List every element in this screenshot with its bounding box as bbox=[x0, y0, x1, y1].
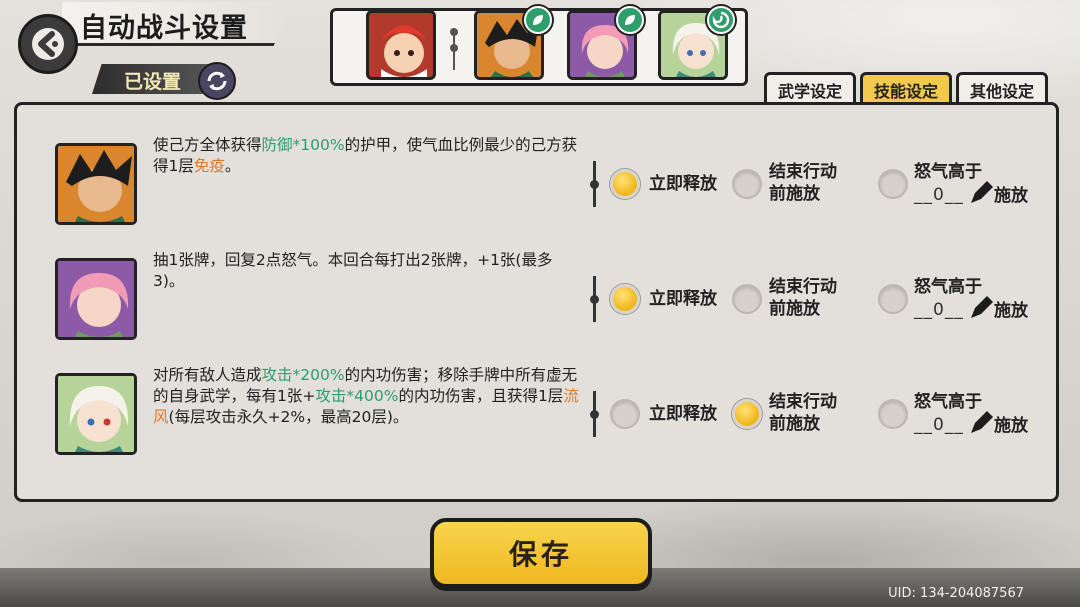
leaf-element-icon-2 bbox=[616, 6, 644, 34]
skill-row: 使己方全体获得防御*100%的护甲，使气血比例最少的己方获得1层免疫。 立即释放… bbox=[17, 125, 1056, 240]
pencil-icon[interactable] bbox=[967, 409, 995, 437]
option-label-before-end: 结束行动 前施放 bbox=[769, 277, 837, 319]
skill-icon-green-warrior bbox=[55, 143, 137, 225]
skill-icon-pink-girl bbox=[55, 258, 137, 340]
skill-icon-white-girl bbox=[55, 373, 137, 455]
option-label-rage-cast: 施放 bbox=[994, 186, 1028, 206]
option-divider bbox=[590, 161, 599, 207]
tab-other[interactable]: 其他设定 bbox=[956, 72, 1048, 104]
pencil-icon[interactable] bbox=[967, 179, 995, 207]
skill-row: 抽1张牌，回复2点怒气。本回合每打出2张牌，+1张(最多3)。 立即释放 结束行… bbox=[17, 240, 1056, 355]
option-label-rage-cast: 施放 bbox=[994, 416, 1028, 436]
radio-rage[interactable] bbox=[878, 399, 908, 429]
pencil-icon[interactable] bbox=[967, 294, 995, 322]
radio-immediate[interactable] bbox=[610, 399, 640, 429]
tab-martial-arts[interactable]: 武学设定 bbox=[764, 72, 856, 104]
radio-immediate[interactable] bbox=[610, 284, 640, 314]
refresh-icon bbox=[207, 71, 227, 91]
option-label-immediate: 立即释放 bbox=[649, 289, 717, 309]
radio-immediate[interactable] bbox=[610, 169, 640, 199]
option-divider bbox=[590, 391, 599, 437]
option-label-immediate: 立即释放 bbox=[649, 404, 717, 424]
leaf-element-icon bbox=[524, 6, 552, 34]
option-label-rage-cast: 施放 bbox=[994, 301, 1028, 321]
radio-before-end[interactable] bbox=[732, 399, 762, 429]
wind-element-icon bbox=[707, 6, 735, 34]
radio-before-end[interactable] bbox=[732, 169, 762, 199]
skill-description: 使己方全体获得防御*100%的护甲，使气血比例最少的己方获得1层免疫。 bbox=[153, 136, 578, 175]
portrait-red-lion[interactable] bbox=[366, 10, 436, 80]
skill-description: 抽1张牌，回复2点怒气。本回合每打出2张牌，+1张(最多3)。 bbox=[153, 251, 553, 290]
refresh-button[interactable] bbox=[198, 62, 236, 100]
team-divider bbox=[450, 28, 458, 70]
back-arrow-icon bbox=[32, 28, 64, 60]
uid-label: UID: 134-204087567 bbox=[888, 586, 1024, 601]
back-button[interactable] bbox=[18, 14, 78, 74]
radio-rage[interactable] bbox=[878, 284, 908, 314]
red-lion-avatar-icon bbox=[369, 13, 433, 77]
option-label-before-end: 结束行动 前施放 bbox=[769, 392, 837, 434]
skill-description: 对所有敌人造成攻击*200%的内功伤害；移除手牌中所有虚无的自身武学，每有1张+… bbox=[153, 366, 579, 426]
tab-skills[interactable]: 技能设定 bbox=[860, 72, 952, 104]
radio-rage[interactable] bbox=[878, 169, 908, 199]
rage-threshold-input[interactable]: __0__ bbox=[914, 300, 964, 320]
page-title: 自动战斗设置 bbox=[80, 13, 248, 44]
configured-label: 已设置 bbox=[124, 71, 182, 93]
radio-before-end[interactable] bbox=[732, 284, 762, 314]
save-button-label: 保存 bbox=[508, 538, 573, 571]
option-label-before-end: 结束行动 前施放 bbox=[769, 162, 837, 204]
skill-settings-panel: 使己方全体获得防御*100%的护甲，使气血比例最少的己方获得1层免疫。 立即释放… bbox=[14, 102, 1059, 502]
skill-row: 对所有敌人造成攻击*200%的内功伤害；移除手牌中所有虚无的自身武学，每有1张+… bbox=[17, 355, 1056, 470]
option-label-immediate: 立即释放 bbox=[649, 174, 717, 194]
rage-threshold-input[interactable]: __0__ bbox=[914, 415, 964, 435]
option-divider bbox=[590, 276, 599, 322]
save-button[interactable]: 保存 bbox=[430, 518, 652, 588]
rage-threshold-input[interactable]: __0__ bbox=[914, 185, 964, 205]
